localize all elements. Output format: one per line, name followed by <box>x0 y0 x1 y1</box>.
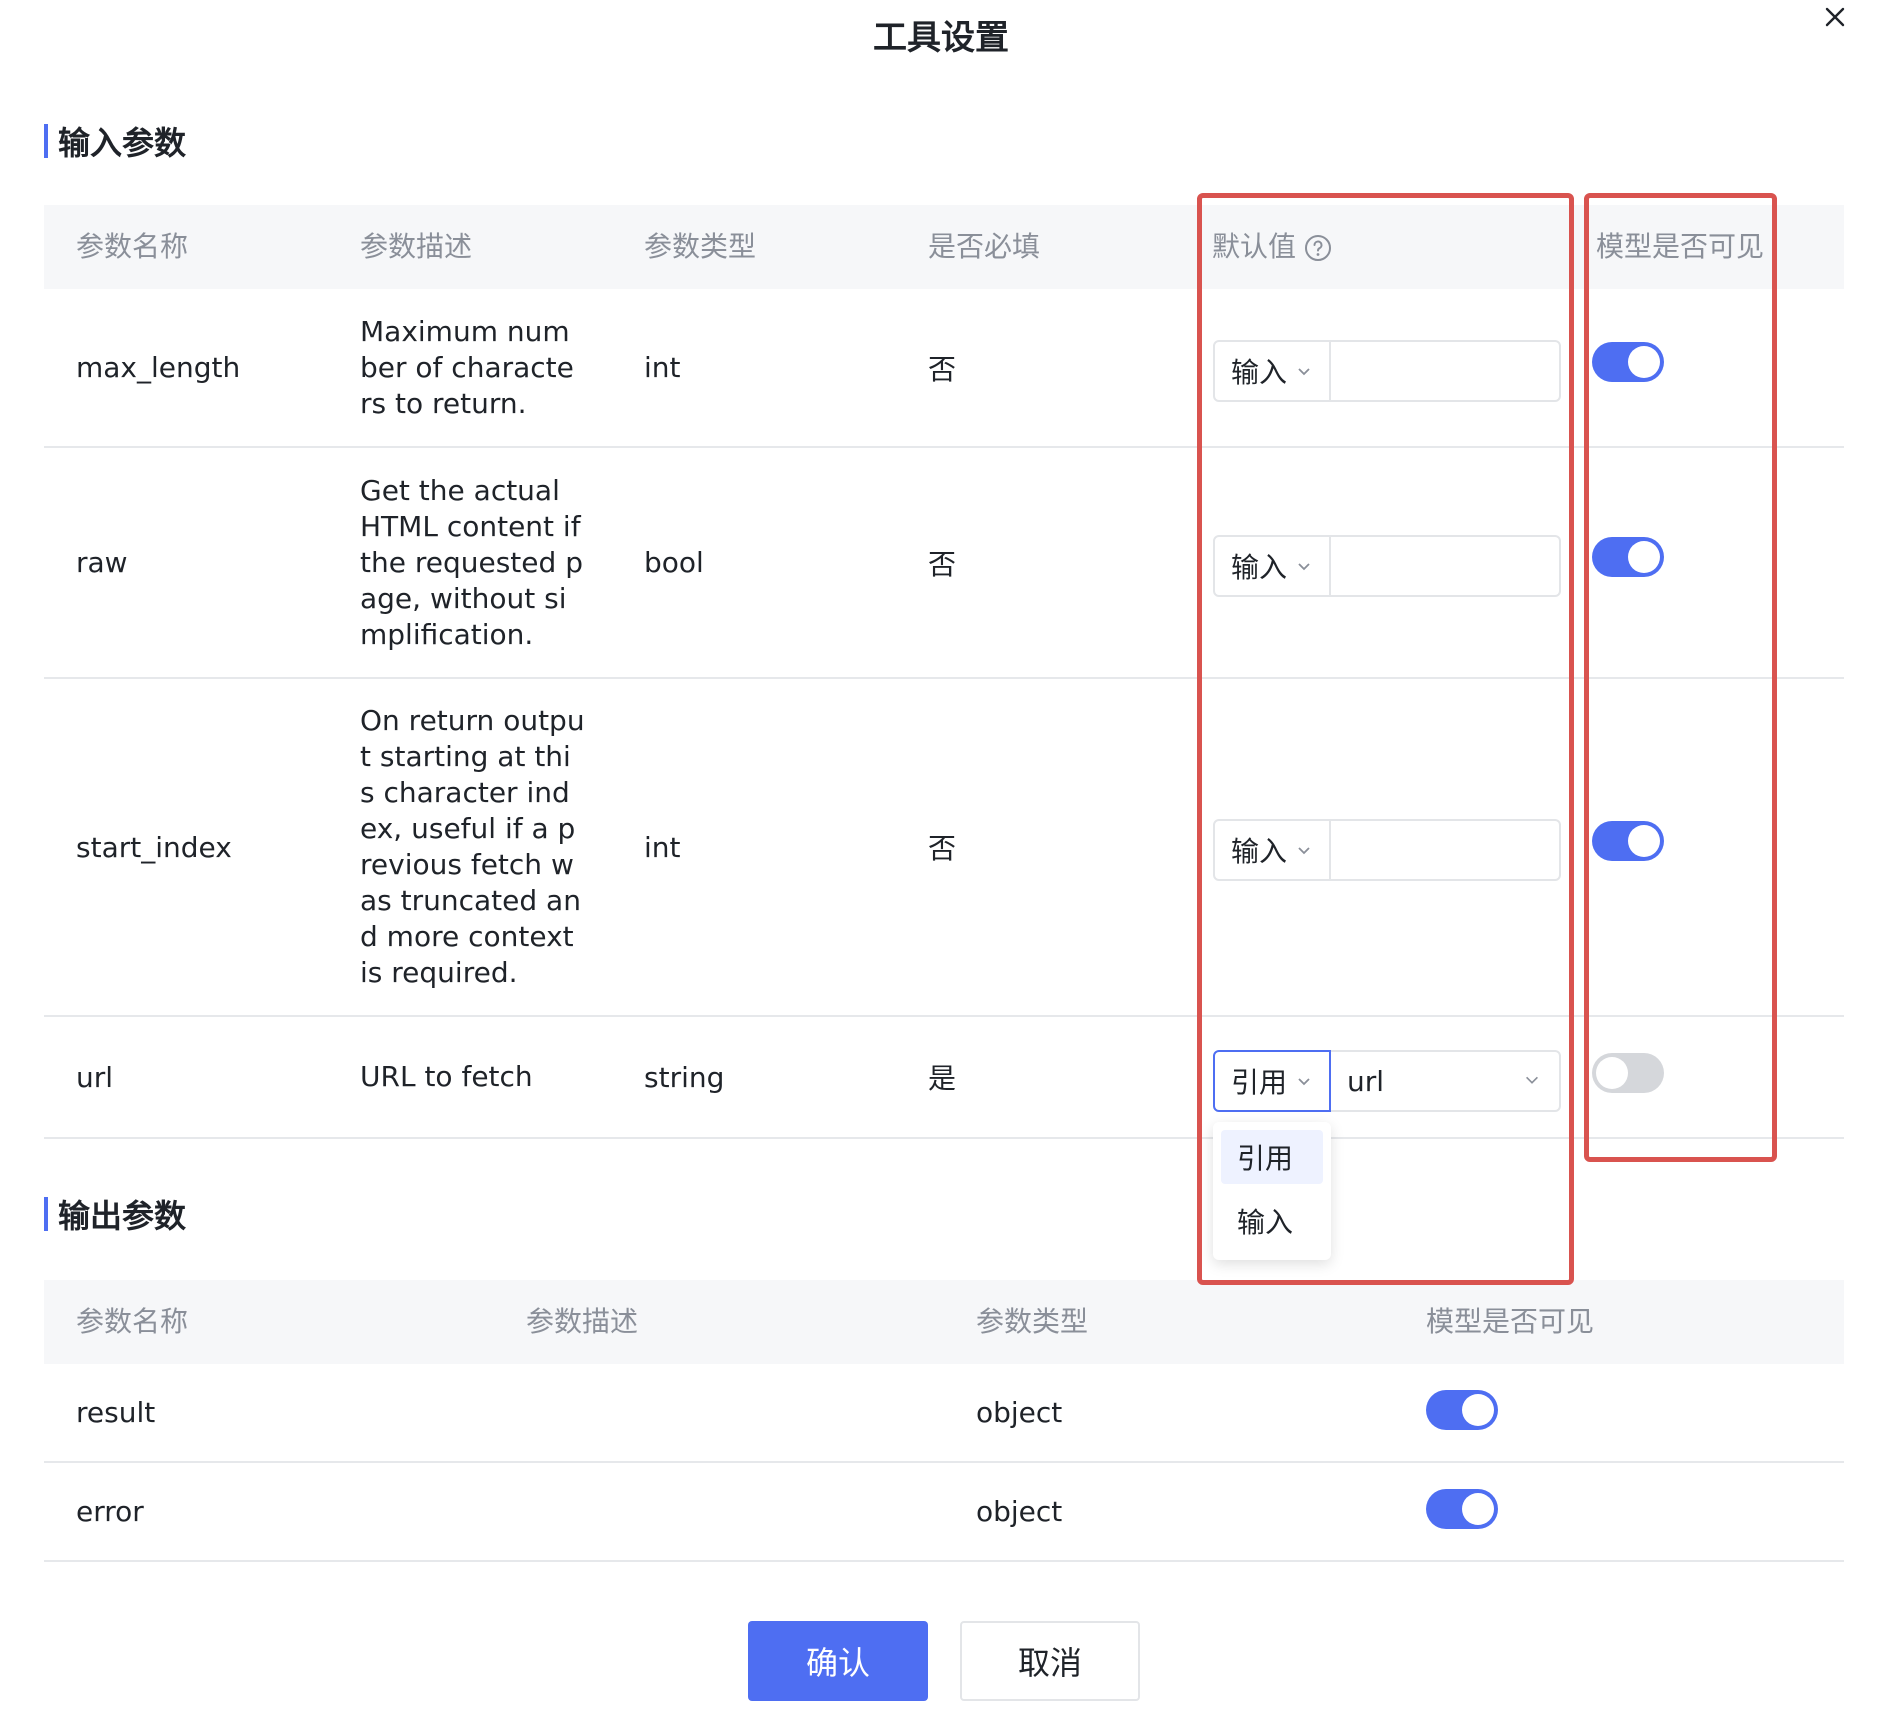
param-required: 否 <box>928 352 957 386</box>
param-name: error <box>76 1495 144 1528</box>
header-param-desc: 参数描述 <box>526 1305 639 1338</box>
param-type: string <box>644 1060 725 1094</box>
table-row: error object <box>44 1463 1844 1562</box>
mode-dropdown-menu: 引用 输入 <box>1213 1122 1331 1260</box>
param-type: int <box>644 830 681 864</box>
output-section-label: 输出参数 <box>58 1197 187 1235</box>
chevron-down-icon <box>1295 557 1313 575</box>
default-value-combo: 输入 <box>1213 535 1561 597</box>
input-table-header: 参数名称 参数描述 参数类型 是否必填 默认值 模型是否可见 <box>44 205 1844 289</box>
model-visible-toggle[interactable] <box>1426 1489 1498 1529</box>
toggle-knob <box>1596 1057 1628 1089</box>
toggle-knob <box>1462 1493 1494 1525</box>
table-row: result object <box>44 1364 1844 1463</box>
toggle-knob <box>1462 1394 1494 1426</box>
param-type: object <box>976 1396 1063 1429</box>
param-required: 是 <box>928 1062 957 1095</box>
default-value-combo: 引用 url <box>1213 1050 1561 1112</box>
mode-select-label: 输入 <box>1231 835 1288 868</box>
mode-select[interactable]: 输入 <box>1213 819 1331 881</box>
param-type: bool <box>644 546 704 579</box>
section-accent-bar <box>44 1197 48 1231</box>
param-name: max_length <box>76 351 241 384</box>
toggle-knob <box>1628 541 1660 573</box>
param-required: 否 <box>928 547 957 581</box>
default-value-combo: 输入 <box>1213 340 1561 402</box>
model-visible-toggle[interactable] <box>1426 1390 1498 1430</box>
default-value-input[interactable] <box>1331 535 1561 597</box>
param-required: 否 <box>928 832 957 865</box>
model-visible-toggle[interactable] <box>1592 537 1664 577</box>
confirm-button[interactable]: 确认 <box>748 1621 928 1701</box>
chevron-down-icon <box>1295 841 1313 859</box>
dropdown-option-input[interactable]: 输入 <box>1221 1194 1323 1248</box>
default-value-input[interactable] <box>1331 819 1561 881</box>
model-visible-toggle[interactable] <box>1592 342 1664 382</box>
header-default-value: 默认值 <box>1212 205 1332 289</box>
tool-settings-dialog: 工具设置 输入参数 参数名称 参数描述 参数类型 是否必填 默认值 模型是否可见… <box>0 0 1882 1714</box>
reference-select-value: url <box>1347 1064 1385 1098</box>
default-value-combo: 输入 <box>1213 819 1561 881</box>
table-row: max_length Maximum number of characters … <box>44 289 1844 448</box>
input-section-title: 输入参数 <box>44 121 187 162</box>
cancel-button[interactable]: 取消 <box>960 1621 1140 1701</box>
close-icon[interactable] <box>1818 0 1852 34</box>
model-visible-toggle[interactable] <box>1592 821 1664 861</box>
output-table-header: 参数名称 参数描述 参数类型 模型是否可见 <box>44 1280 1844 1364</box>
help-circle-icon[interactable] <box>1304 234 1332 262</box>
header-param-type: 参数类型 <box>644 230 757 263</box>
header-model-visible: 模型是否可见 <box>1426 1305 1595 1338</box>
param-name: raw <box>76 546 128 579</box>
mode-select[interactable]: 输入 <box>1213 340 1331 402</box>
param-desc: On return output starting at this charac… <box>360 704 585 989</box>
chevron-down-icon <box>1523 1071 1543 1091</box>
mode-select[interactable]: 输入 <box>1213 535 1331 597</box>
output-section-title: 输出参数 <box>44 1194 187 1235</box>
param-desc: Get the actual HTML content if the reque… <box>360 473 583 651</box>
toggle-knob <box>1628 825 1660 857</box>
input-section-label: 输入参数 <box>58 124 187 162</box>
param-type: int <box>644 351 681 384</box>
table-row: url URL to fetch string 是 引用 url <box>44 1017 1844 1139</box>
mode-select[interactable]: 引用 <box>1213 1050 1331 1112</box>
header-param-name: 参数名称 <box>76 1305 189 1338</box>
reference-select[interactable]: url <box>1331 1050 1561 1112</box>
header-param-name: 参数名称 <box>76 230 189 263</box>
header-required: 是否必填 <box>928 230 1041 263</box>
dropdown-option-reference[interactable]: 引用 <box>1221 1130 1323 1184</box>
table-row: start_index On return output starting at… <box>44 679 1844 1017</box>
default-value-input[interactable] <box>1331 340 1561 402</box>
chevron-down-icon <box>1295 1072 1313 1090</box>
param-name: url <box>76 1060 114 1094</box>
param-type: object <box>976 1495 1063 1528</box>
param-name: start_index <box>76 830 232 864</box>
toggle-knob <box>1628 346 1660 378</box>
dialog-title: 工具设置 <box>873 18 1009 58</box>
chevron-down-icon <box>1295 362 1313 380</box>
param-name: result <box>76 1396 156 1429</box>
mode-select-label: 输入 <box>1231 356 1288 389</box>
mode-select-label: 输入 <box>1231 551 1288 584</box>
header-default-label: 默认值 <box>1212 230 1297 263</box>
param-desc: URL to fetch <box>360 1060 533 1093</box>
table-row: raw Get the actual HTML content if the r… <box>44 448 1844 679</box>
header-model-visible: 模型是否可见 <box>1596 230 1765 263</box>
header-param-type: 参数类型 <box>976 1305 1089 1338</box>
section-accent-bar <box>44 124 48 158</box>
mode-select-label: 引用 <box>1231 1066 1288 1099</box>
model-visible-toggle[interactable] <box>1592 1053 1664 1093</box>
header-param-desc: 参数描述 <box>360 230 473 263</box>
param-desc: Maximum number of characters to return. <box>360 314 574 420</box>
